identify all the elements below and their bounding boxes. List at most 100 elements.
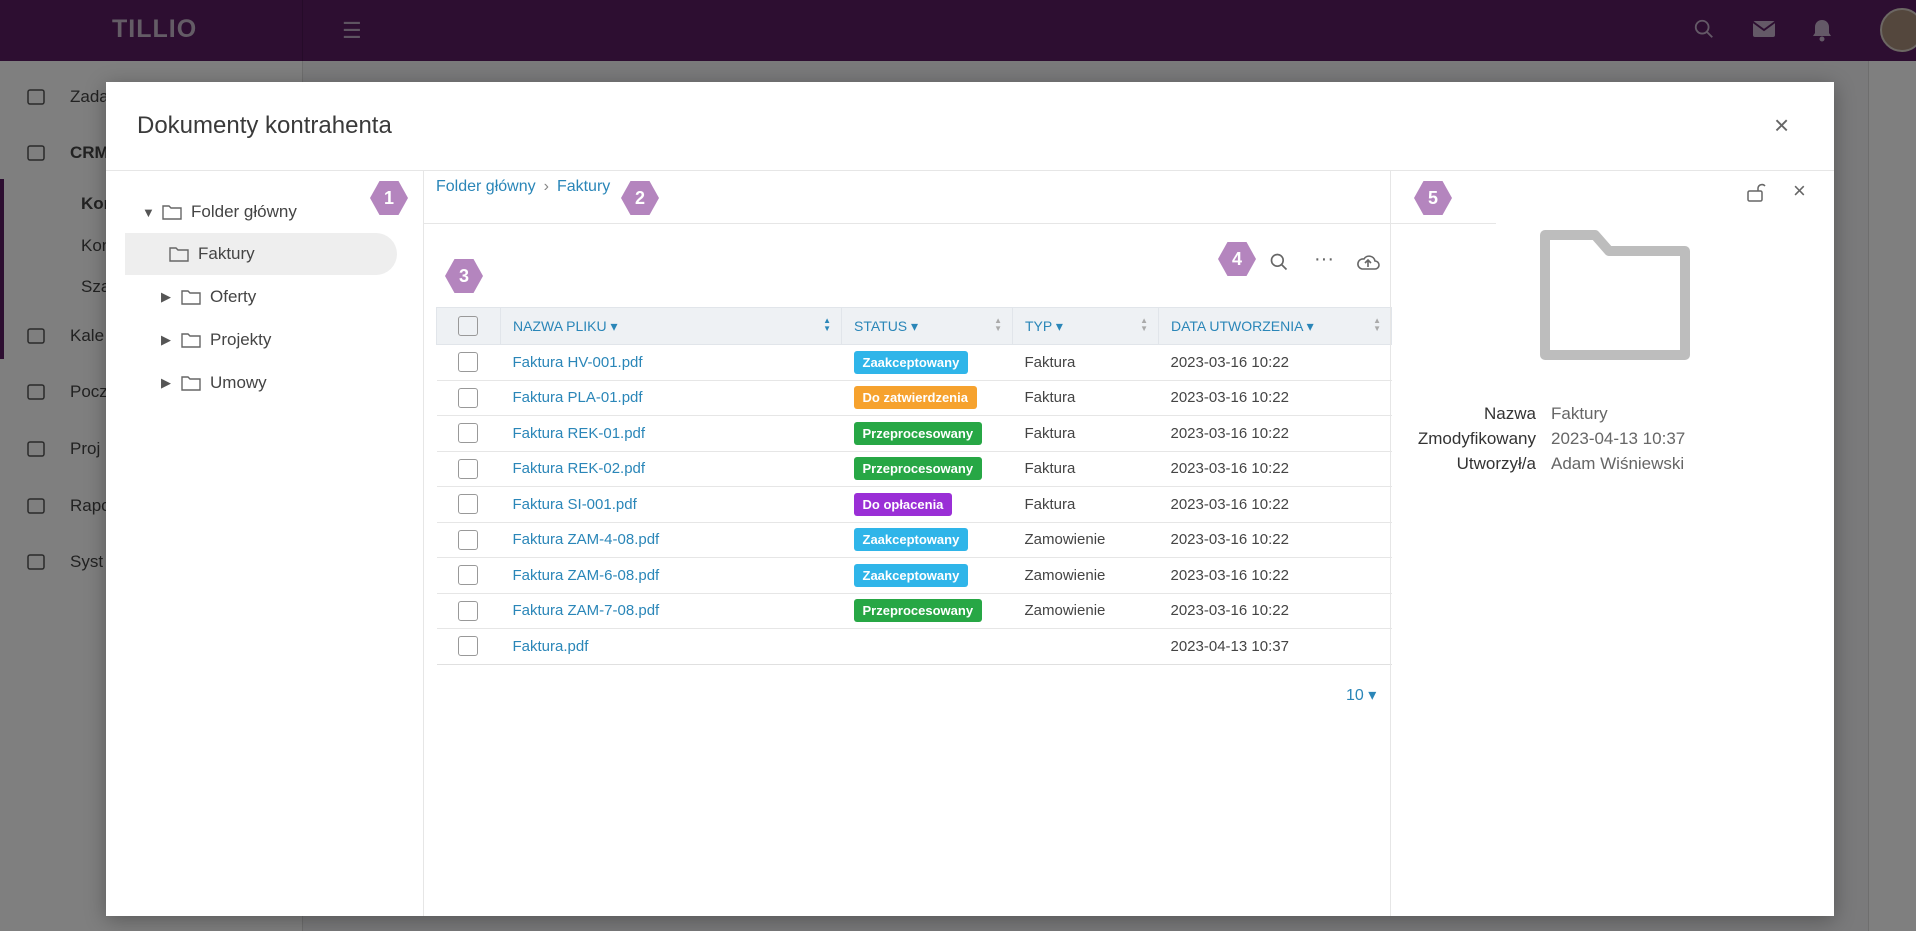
tree-item-label: Faktury: [198, 244, 255, 263]
row-checkbox[interactable]: [457, 387, 478, 408]
close-icon[interactable]: ×: [1774, 110, 1789, 141]
date-cell: 2023-03-16 10:22: [1158, 380, 1392, 416]
date-cell: 2023-04-13 10:37: [1158, 628, 1392, 665]
row-checkbox[interactable]: [457, 529, 478, 550]
caret-down-icon: ▾: [911, 317, 919, 334]
sort-icon[interactable]: ▲ ▼: [823, 317, 831, 333]
close-icon[interactable]: ×: [1793, 178, 1806, 204]
table-row[interactable]: Faktura REK-02.pdf Przeprocesowany Faktura…: [436, 451, 1392, 487]
tree-item-projekty[interactable]: ▶ Projekty: [161, 319, 271, 361]
tree-item-label: Folder główny: [191, 202, 297, 221]
tree-item-label: Umowy: [210, 373, 267, 392]
row-checkbox[interactable]: [457, 636, 478, 657]
unlock-icon[interactable]: [1746, 182, 1766, 207]
divider: [424, 223, 1496, 224]
search-icon[interactable]: [1269, 252, 1289, 278]
page-size-select[interactable]: 10 ▾: [1346, 685, 1376, 705]
row-select-cell: [436, 593, 501, 629]
table-row[interactable]: Faktura ZAM-4-08.pdf Zaakceptowany Zamowie…: [436, 522, 1392, 558]
row-select-cell: [436, 557, 501, 594]
row-select-cell: [436, 415, 501, 452]
row-select-cell: [436, 344, 501, 381]
breadcrumb-item-current[interactable]: Faktury: [557, 178, 610, 196]
caret-down-icon: ▾: [610, 317, 618, 334]
file-link[interactable]: Faktura ZAM-6-08.pdf: [513, 567, 660, 584]
detail-row-modified: Zmodyfikowany 2023-04-13 10:37: [1417, 429, 1686, 448]
status-cell: Zaakceptowany: [841, 522, 1013, 558]
date-cell: 2023-03-16 10:22: [1158, 415, 1392, 452]
caret-down-icon: ▾: [1368, 687, 1377, 704]
status-cell: [841, 628, 1013, 665]
row-select-cell: [436, 486, 501, 523]
detail-row-created-by: Utworzył/a Adam Wiśniewski: [1456, 454, 1685, 473]
tree-item-label: Projekty: [210, 330, 272, 349]
folder-icon: [162, 205, 182, 220]
file-link[interactable]: Faktura SI-001.pdf: [513, 496, 637, 513]
breadcrumb-item-root[interactable]: Folder główny: [436, 178, 536, 196]
table-header-row: NAZWA PLIKU ▾ ▲ ▼ STATUS ▾ ▲ ▼ TYP ▾ ▲ ▼ DATA …: [436, 307, 1392, 345]
file-name-cell: Faktura.pdf: [500, 628, 842, 665]
table-row[interactable]: Faktura SI-001.pdf Do opłacenia Faktura 202…: [436, 486, 1392, 523]
status-badge: Przeprocesowany: [853, 457, 983, 481]
caret-right-icon[interactable]: ▶: [161, 375, 181, 391]
row-checkbox[interactable]: [457, 352, 478, 373]
more-icon[interactable]: ···: [1314, 248, 1334, 271]
folder-icon: [169, 247, 189, 262]
row-checkbox[interactable]: [457, 565, 478, 586]
table-row[interactable]: Faktura HV-001.pdf Zaakceptowany Faktura 20…: [436, 344, 1392, 381]
column-header-type[interactable]: TYP ▾ ▲ ▼: [1012, 307, 1159, 345]
file-link[interactable]: Faktura.pdf: [513, 638, 589, 655]
caret-down-icon[interactable]: ▼: [142, 205, 162, 220]
type-cell: Faktura: [1012, 451, 1159, 487]
file-name-cell: Faktura REK-01.pdf: [500, 415, 842, 452]
file-link[interactable]: Faktura REK-01.pdf: [513, 425, 646, 442]
status-badge: Przeprocesowany: [853, 421, 983, 445]
table-row[interactable]: Faktura REK-01.pdf Przeprocesowany Faktura…: [436, 415, 1392, 452]
type-cell: Zamowienie: [1012, 522, 1159, 558]
step-badge-3: 3: [445, 259, 483, 293]
status-cell: Przeprocesowany: [841, 415, 1013, 452]
table-row[interactable]: Faktura.pdf 2023-04-13 10:37: [436, 628, 1392, 665]
select-all-checkbox[interactable]: [458, 316, 478, 336]
row-select-cell: [436, 628, 501, 665]
row-checkbox[interactable]: [457, 458, 478, 479]
cloud-upload-icon[interactable]: [1356, 252, 1380, 278]
date-cell: 2023-03-16 10:22: [1158, 344, 1392, 381]
status-cell: Zaakceptowany: [841, 557, 1013, 594]
file-link[interactable]: Faktura PLA-01.pdf: [513, 389, 643, 406]
file-name-cell: Faktura ZAM-7-08.pdf: [500, 593, 842, 629]
tree-item-faktury[interactable]: Faktury: [125, 233, 397, 275]
file-link[interactable]: Faktura REK-02.pdf: [513, 460, 646, 477]
folder-tree: ▼ Folder główny Faktury ▶ Oferty ▶ Proje…: [106, 171, 424, 916]
file-name-cell: Faktura PLA-01.pdf: [500, 380, 842, 416]
row-checkbox[interactable]: [457, 423, 478, 444]
column-header-status[interactable]: STATUS ▾ ▲ ▼: [841, 307, 1013, 345]
file-link[interactable]: Faktura HV-001.pdf: [513, 354, 643, 371]
file-link[interactable]: Faktura ZAM-7-08.pdf: [513, 602, 660, 619]
tree-item-root[interactable]: ▼ Folder główny: [142, 191, 297, 233]
row-checkbox[interactable]: [457, 600, 478, 621]
caret-right-icon[interactable]: ▶: [161, 289, 181, 305]
file-link[interactable]: Faktura ZAM-4-08.pdf: [513, 531, 660, 548]
modal-title: Dokumenty kontrahenta: [137, 112, 392, 139]
status-badge: Przeprocesowany: [853, 599, 983, 623]
status-badge: Zaakceptowany: [853, 563, 969, 587]
sort-icon[interactable]: ▲ ▼: [1373, 317, 1381, 333]
row-checkbox[interactable]: [457, 494, 478, 515]
tree-item-umowy[interactable]: ▶ Umowy: [161, 362, 267, 404]
step-badge-4: 4: [1218, 242, 1256, 276]
tree-item-oferty[interactable]: ▶ Oferty: [161, 276, 256, 318]
table-row[interactable]: Faktura ZAM-6-08.pdf Zaakceptowany Zamowie…: [436, 557, 1392, 594]
sort-icon[interactable]: ▲ ▼: [1140, 317, 1148, 333]
caret-right-icon[interactable]: ▶: [161, 332, 181, 348]
status-cell: Zaakceptowany: [841, 344, 1013, 381]
table-row[interactable]: Faktura PLA-01.pdf Do zatwierdzenia Faktur…: [436, 380, 1392, 416]
file-name-cell: Faktura HV-001.pdf: [500, 344, 842, 381]
column-header-date[interactable]: DATA UTWORZENIA ▾ ▲ ▼: [1158, 307, 1392, 345]
sort-icon[interactable]: ▲ ▼: [994, 317, 1002, 333]
row-select-cell: [436, 522, 501, 558]
folder-icon: [181, 376, 201, 391]
table-row[interactable]: Faktura ZAM-7-08.pdf Przeprocesowany Zamow…: [436, 593, 1392, 629]
folder-icon: [181, 333, 201, 348]
column-header-name[interactable]: NAZWA PLIKU ▾ ▲ ▼: [500, 307, 842, 345]
